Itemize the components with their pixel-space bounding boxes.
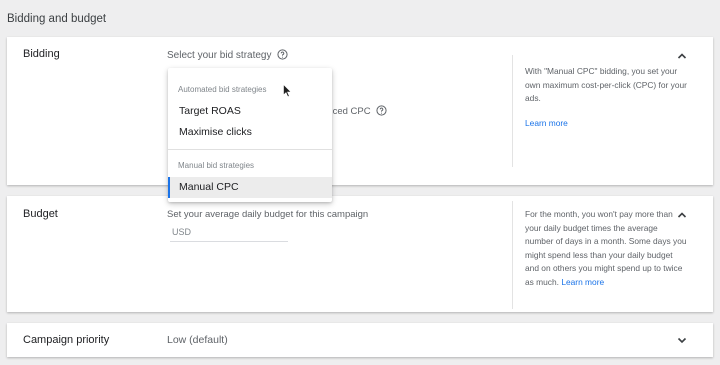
bidding-label: Bidding [23,48,60,60]
budget-learn-more-link[interactable]: Learn more [561,277,604,287]
bid-strategy-prompt-text: Select your bid strategy [167,50,272,61]
budget-prompt: Set your average daily budget for this c… [167,209,369,220]
bidding-info-panel: With "Manual CPC" bidding, you set your … [512,55,687,167]
budget-label: Budget [23,208,58,220]
section-title: Bidding and budget [7,13,107,25]
chevron-up-icon[interactable] [675,49,689,63]
help-circle-icon[interactable] [376,105,387,116]
bid-strategy-dropdown: Automated bid strategies Target ROAS Max… [168,68,332,202]
bidding-card: Bidding Select your bid strategy anced C… [7,37,713,185]
chevron-down-icon[interactable] [675,333,689,347]
automated-strategies-header: Automated bid strategies [178,85,267,94]
daily-budget-input[interactable]: USD [170,224,288,242]
manual-strategies-header: Manual bid strategies [178,161,255,170]
dropdown-divider [168,149,332,150]
campaign-priority-card[interactable]: Campaign priority Low (default) [7,323,713,357]
option-maximise-clicks[interactable]: Maximise clicks [168,122,332,143]
bid-strategy-prompt: Select your bid strategy [167,49,288,61]
chevron-up-icon[interactable] [675,208,689,222]
currency-placeholder: USD [172,227,192,237]
bidding-learn-more-link[interactable]: Learn more [525,117,687,131]
help-circle-icon[interactable] [276,49,288,60]
campaign-priority-label: Campaign priority [23,334,110,346]
budget-info-text: For the month, you won't pay more than y… [525,209,687,287]
option-manual-cpc[interactable]: Manual CPC [168,177,332,198]
budget-info-panel: For the month, you won't pay more than y… [512,201,687,309]
bidding-info-text: With "Manual CPC" bidding, you set your … [525,66,687,103]
budget-card: Budget Set your average daily budget for… [7,196,713,312]
campaign-priority-value: Low (default) [167,334,228,346]
option-target-roas[interactable]: Target ROAS [168,101,332,122]
mouse-cursor-icon [283,84,292,98]
